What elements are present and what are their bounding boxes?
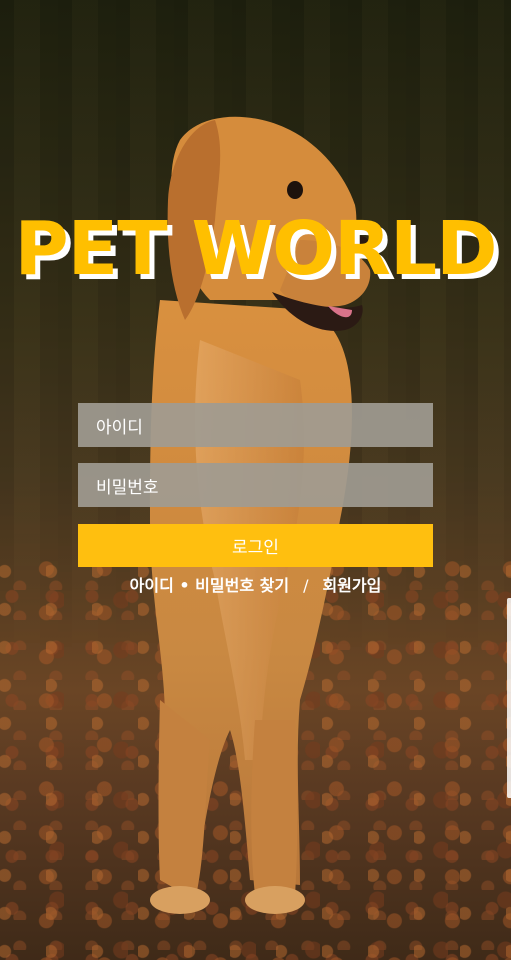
link-separator: / bbox=[303, 576, 309, 595]
app-title: PET WORLD bbox=[14, 206, 497, 292]
password-input[interactable]: 비밀번호 bbox=[78, 463, 433, 507]
login-button[interactable]: 로그인 bbox=[78, 524, 433, 567]
password-placeholder: 비밀번호 bbox=[96, 477, 159, 498]
find-account-link[interactable]: 아이디 • 비밀번호 찾기 bbox=[130, 576, 289, 595]
edge-scroll-indicator[interactable] bbox=[507, 598, 511, 798]
id-input[interactable]: 아이디 bbox=[78, 403, 433, 447]
signup-link[interactable]: 회원가입 bbox=[322, 576, 381, 595]
account-links: 아이디 • 비밀번호 찾기 / 회원가입 bbox=[0, 574, 511, 598]
login-screen: PET WORLD 아이디 비밀번호 로그인 아이디 • 비밀번호 찾기 / 회원가… bbox=[0, 0, 511, 960]
id-placeholder: 아이디 bbox=[96, 417, 143, 438]
